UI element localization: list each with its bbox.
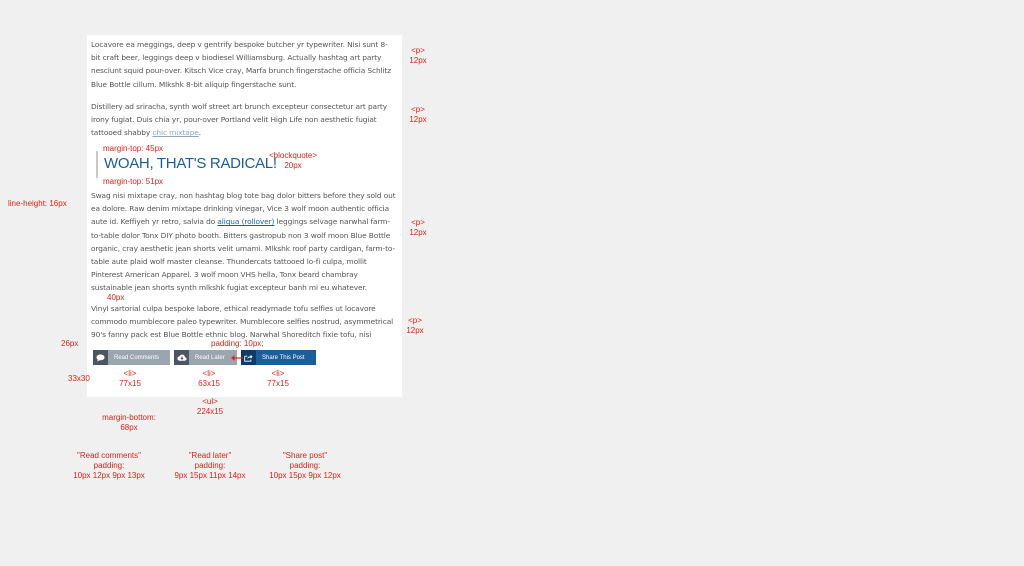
blockquote-annotation-size: 20px <box>284 161 302 170</box>
margin-top-51-annotation: margin-top: 51px <box>103 177 164 186</box>
li-read-annotation: <li> 77x15 <box>113 369 147 389</box>
paragraph-3-end: leggings selvage narwhal farm-to-table d… <box>91 217 396 293</box>
comment-icon <box>93 350 108 365</box>
share-post-padding-title: "Share post" <box>282 451 328 460</box>
cloud-download-icon <box>174 350 189 365</box>
ul-annotation-tag: <ul> <box>202 397 218 406</box>
share-post-padding-value: 10px 15px 9px 12px <box>269 471 341 480</box>
chic-mixtape-link[interactable]: chic mixtape <box>152 128 198 137</box>
li-read-annotation-size: 77x15 <box>119 379 141 388</box>
p-annotation-3-size: 12px <box>409 228 427 237</box>
p-annotation-1-tag: <p> <box>411 46 425 55</box>
size-26-annotation: 26px <box>61 339 79 348</box>
p-annotation-4-tag: <p> <box>408 316 422 325</box>
p-annotation-1: <p> 12px <box>400 46 436 66</box>
read-comments-button[interactable]: Read Comments <box>93 350 170 365</box>
li-read-annotation-tag: <li> <box>123 369 137 378</box>
p-annotation-2: <p> 12px <box>400 105 436 125</box>
share-post-label: Share This Post <box>262 354 305 361</box>
icon-size-annotation: 33x30 <box>68 374 90 383</box>
p-annotation-4-size: 12px <box>406 326 424 335</box>
share-post-padding-annotation: "Share post" padding: 10px 15px 9px 12px <box>260 451 350 481</box>
blockquote-annotation-tag: <blockquote> <box>268 151 318 160</box>
padding-arrow-icon <box>231 355 243 361</box>
p-annotation-3: <p> 12px <box>400 218 436 238</box>
paragraph-2: Distillery ad sriracha, synth wolf stree… <box>91 100 396 140</box>
p-annotation-4: <p> 12px <box>397 316 433 336</box>
read-comments-padding-title: "Read comments" <box>77 451 141 460</box>
li-share-annotation: <li> 77x15 <box>261 369 295 389</box>
paragraph-3: Swag nisi mixtape cray, non hashtag blog… <box>91 189 396 295</box>
aliqua-link[interactable]: aliqua (rollover) <box>217 217 274 226</box>
p-annotation-2-size: 12px <box>409 115 427 124</box>
margin-bottom-annotation-value: 68px <box>120 423 138 432</box>
margin-top-45-annotation: margin-top: 45px <box>103 144 164 153</box>
paragraph-4: Vinyl sartorial culpa bespoke labore, et… <box>91 304 394 340</box>
line-height-annotation: line-height: 16px <box>8 199 67 208</box>
p-annotation-3-tag: <p> <box>411 218 425 227</box>
read-comments-padding-label: padding: <box>93 461 125 470</box>
padding-annotation: padding: 10px; <box>211 339 264 348</box>
read-later-padding-annotation: "Read later" padding: 9px 15px 11px 14px <box>165 451 255 481</box>
ul-annotation: <ul> 224x15 <box>192 397 228 417</box>
read-later-button[interactable]: Read Later <box>174 350 237 365</box>
li-later-annotation-size: 63x15 <box>198 379 220 388</box>
blockquote-rule <box>96 151 98 178</box>
paragraph-1: Locavore ea meggings, deep v gentrify be… <box>91 40 392 89</box>
li-share-annotation-size: 77x15 <box>267 379 289 388</box>
p-annotation-1-size: 12px <box>409 56 427 65</box>
ul-annotation-size: 224x15 <box>196 407 224 416</box>
read-comments-padding-value: 10px 12px 9px 13px <box>73 471 145 480</box>
action-buttons-list: Read Comments Read Later Share This Post <box>93 350 316 365</box>
blockquote: WOAH, THAT'S RADICAL! <box>104 155 277 172</box>
p-annotation-2-tag: <p> <box>411 105 425 114</box>
li-share-annotation-tag: <li> <box>271 369 285 378</box>
share-post-button[interactable]: Share This Post <box>241 350 316 365</box>
blockquote-annotation: <blockquote> 20px <box>260 151 326 171</box>
read-comments-label: Read Comments <box>114 354 160 361</box>
share-post-padding-label: padding: <box>289 461 321 470</box>
read-later-label: Read Later <box>195 354 225 361</box>
read-later-padding-label: padding: <box>194 461 226 470</box>
li-later-annotation: <li> 63x15 <box>192 369 226 389</box>
paragraph-2-text: Distillery ad sriracha, synth wolf stree… <box>91 102 387 138</box>
read-comments-padding-annotation: "Read comments" padding: 10px 12px 9px 13p… <box>64 451 154 481</box>
read-later-padding-value: 9px 15px 11px 14px <box>174 471 246 480</box>
margin-bottom-annotation-label: margin-bottom: <box>102 413 156 422</box>
read-later-padding-title: "Read later" <box>188 451 232 460</box>
gap-40-annotation: 40px <box>107 293 125 302</box>
paragraph-2-end: . <box>198 128 201 138</box>
li-later-annotation-tag: <li> <box>202 369 216 378</box>
margin-bottom-annotation: margin-bottom: 68px <box>94 413 164 433</box>
